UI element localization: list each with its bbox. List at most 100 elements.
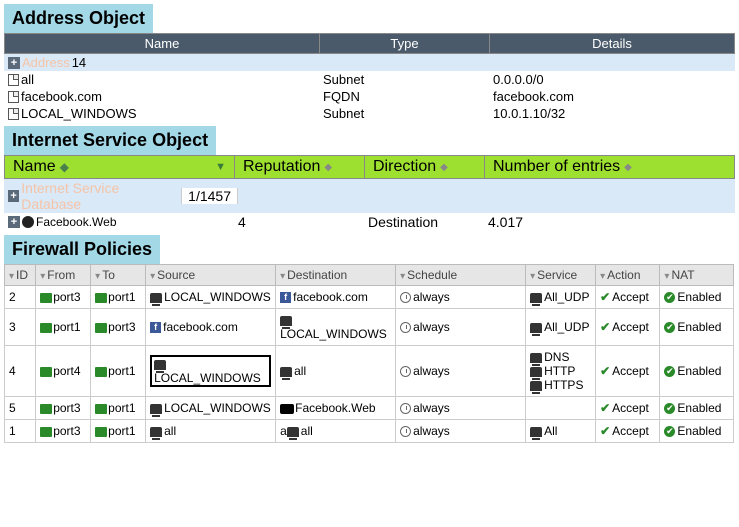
facebook-web-icon: [280, 404, 294, 414]
address-name: LOCAL_WINDOWS: [21, 106, 137, 121]
col-type[interactable]: Type: [320, 34, 490, 53]
cell-to: port1: [91, 420, 146, 443]
service-text: All: [544, 424, 557, 438]
col-id[interactable]: ▾ID: [5, 265, 36, 286]
iso-group-row[interactable]: + Internet Service Database 1/1457: [4, 179, 735, 213]
firewall-row[interactable]: 2port3port1LOCAL_WINDOWSffacebook.comalw…: [5, 286, 734, 309]
firewall-header-row: ▾ID ▾From ▾To ▾Source ▾Destination ▾Sche…: [5, 265, 734, 286]
filter-icon[interactable]: ▾: [9, 271, 14, 282]
iso-col-direction[interactable]: Direction◆: [365, 156, 485, 178]
iso-group-label: Internet Service Database: [21, 180, 173, 212]
dest-text: Facebook.Web: [295, 401, 376, 415]
sort-icon[interactable]: ◆: [624, 162, 632, 173]
host-icon: [280, 367, 292, 377]
col-nat[interactable]: ▾NAT: [660, 265, 734, 286]
firewall-row[interactable]: 4port4port1LOCAL_WINDOWSallalwaysDNSHTTP…: [5, 346, 734, 397]
cell-nat: ✔Enabled: [660, 420, 734, 443]
cell-action: ✔Accept: [596, 420, 660, 443]
iso-col-noe[interactable]: Number of entries◆: [485, 156, 734, 178]
filter-icon[interactable]: ▾: [664, 271, 669, 282]
col-destination[interactable]: ▾Destination: [276, 265, 396, 286]
cell-id: 3: [5, 309, 36, 346]
enabled-icon: ✔: [664, 426, 675, 437]
col-from[interactable]: ▾From: [36, 265, 91, 286]
cell-from: port4: [36, 346, 91, 397]
filter-icon[interactable]: ▾: [280, 271, 285, 282]
firewall-row[interactable]: 1port3port1allaallalwaysAll✔Accept✔Enabl…: [5, 420, 734, 443]
page-icon: [8, 74, 19, 86]
expand-icon[interactable]: +: [8, 216, 20, 228]
cell-to: port1: [91, 397, 146, 420]
col-source[interactable]: ▾Source: [146, 265, 276, 286]
service-text: All_UDP: [544, 320, 589, 334]
source-text: all: [164, 424, 176, 438]
service-icon: [530, 293, 542, 303]
host-icon: [280, 316, 292, 326]
address-row[interactable]: facebook.comFQDNfacebook.com: [4, 88, 735, 105]
sort-icon[interactable]: ◆: [440, 162, 448, 173]
address-row[interactable]: allSubnet0.0.0.0/0: [4, 71, 735, 88]
firewall-row[interactable]: 5port3port1LOCAL_WINDOWSFacebook.Webalwa…: [5, 397, 734, 420]
cell-nat: ✔Enabled: [660, 286, 734, 309]
cell-action: ✔Accept: [596, 309, 660, 346]
cell-source: all: [146, 420, 276, 443]
col-schedule[interactable]: ▾Schedule: [396, 265, 526, 286]
host-icon: [150, 427, 162, 437]
address-group-count: 14: [72, 55, 86, 70]
address-group-row[interactable]: + Address 14: [4, 54, 735, 71]
address-object-title: Address Object: [4, 4, 153, 33]
sort-icon[interactable]: ◆: [324, 162, 332, 173]
col-service[interactable]: ▾Service: [526, 265, 596, 286]
cell-destination: ffacebook.com: [276, 286, 396, 309]
cell-service: All: [526, 420, 596, 443]
col-name[interactable]: Name: [5, 34, 320, 53]
iso-noe: 4.017: [488, 214, 731, 230]
filter-icon[interactable]: ▾: [600, 271, 605, 282]
port-icon: [95, 323, 107, 333]
filter-icon[interactable]: ▾: [530, 271, 535, 282]
cell-id: 5: [5, 397, 36, 420]
iso-col-name[interactable]: Name ◆ ▼: [5, 156, 235, 178]
address-row[interactable]: LOCAL_WINDOWSSubnet10.0.1.10/32: [4, 105, 735, 122]
cell-destination: Facebook.Web: [276, 397, 396, 420]
sort-icon[interactable]: ◆: [60, 160, 69, 174]
service-icon: [530, 323, 542, 333]
port-icon: [40, 427, 52, 437]
expand-icon[interactable]: +: [8, 190, 19, 202]
cell-from: port1: [36, 309, 91, 346]
globe-icon: [22, 216, 34, 228]
filter-icon[interactable]: ▾: [400, 271, 405, 282]
cell-action: ✔Accept: [596, 286, 660, 309]
filter-icon[interactable]: ▾: [95, 271, 100, 282]
cell-from: port3: [36, 397, 91, 420]
col-action[interactable]: ▾Action: [596, 265, 660, 286]
cell-id: 1: [5, 420, 36, 443]
iso-col-reputation[interactable]: Reputation◆: [235, 156, 365, 178]
firewall-row[interactable]: 3port1port3ffacebook.comLOCAL_WINDOWSalw…: [5, 309, 734, 346]
col-to[interactable]: ▾To: [91, 265, 146, 286]
filter-icon[interactable]: ▾: [150, 271, 155, 282]
dest-text: all: [301, 424, 313, 438]
filter-icon[interactable]: ▼: [215, 161, 226, 173]
address-group-label: Address: [22, 55, 70, 70]
host-icon: [154, 360, 166, 370]
address-details: 10.0.1.10/32: [493, 106, 731, 121]
dest-text: LOCAL_WINDOWS: [280, 327, 387, 341]
iso-header: Name ◆ ▼ Reputation◆ Direction◆ Number o…: [4, 155, 735, 179]
cell-source: ffacebook.com: [146, 309, 276, 346]
expand-icon[interactable]: +: [8, 57, 20, 69]
cell-destination: LOCAL_WINDOWS: [276, 309, 396, 346]
service-text: HTTPS: [544, 378, 583, 392]
host-icon: [150, 404, 162, 414]
facebook-icon: f: [150, 322, 161, 333]
cell-id: 2: [5, 286, 36, 309]
iso-name: Facebook.Web: [36, 215, 117, 229]
check-icon: ✔: [600, 320, 610, 334]
address-type: FQDN: [323, 89, 493, 104]
port-icon: [40, 293, 52, 303]
filter-icon[interactable]: ▾: [40, 271, 45, 282]
col-details[interactable]: Details: [490, 34, 734, 53]
iso-row[interactable]: +Facebook.Web4Destination4.017: [4, 213, 735, 231]
port-icon: [40, 404, 52, 414]
clock-icon: [400, 322, 411, 333]
